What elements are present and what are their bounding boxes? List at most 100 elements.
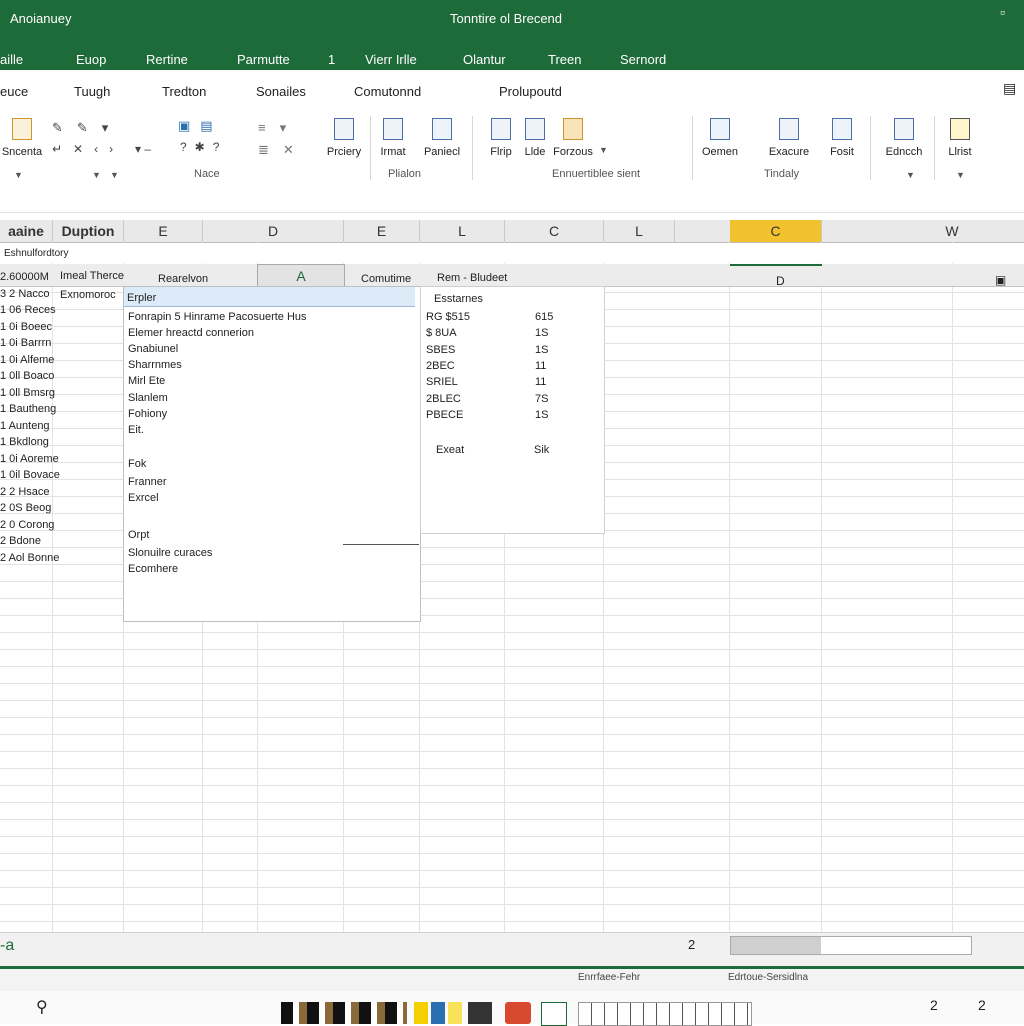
formula-bar[interactable] [0,188,1024,213]
dropdown-item[interactable]: Elemer hreactd connerion [128,327,254,339]
dropdown-item[interactable]: Eit. [128,424,144,436]
ribbon-button[interactable]: Forzous [551,118,595,158]
dropdown-item[interactable]: Fok [128,458,146,470]
taskbar-app-icon[interactable] [448,1002,462,1024]
row-label[interactable]: 2 Bdone [0,535,41,547]
menu-tab[interactable]: Parmutte [237,52,290,67]
row-label[interactable]: 1 0i Barrrn [0,337,51,349]
ribbon-button[interactable]: Prciery [322,118,366,158]
ribbon-button[interactable]: Paniecl [420,118,464,158]
row-label[interactable]: 3 2 Nacco [0,288,50,300]
chevron-down-icon[interactable]: ▼ [14,170,23,180]
dropdown-list-header[interactable] [124,287,415,307]
column-header[interactable]: C [505,220,604,242]
column-header-selected[interactable]: C [730,220,822,242]
column-header[interactable]: W [880,220,1024,242]
row-label[interactable]: 1 Bautheng [0,403,56,415]
menu-tab[interactable]: Treen [548,52,581,67]
chrome-icon[interactable] [505,1002,531,1024]
ribbon-tab[interactable]: Tredton [162,84,206,99]
dropdown-item[interactable]: Fohiony [128,408,167,420]
horizontal-scrollbar[interactable] [730,936,972,955]
row-label[interactable]: 2 2 Hsace [0,486,50,498]
row-label[interactable]: 1 0i Boeec [0,321,52,333]
row-label[interactable]: 2 0S Beog [0,502,51,514]
dropdown-item[interactable]: Mirl Ete [128,375,165,387]
column-header[interactable]: D [203,220,344,242]
row-label[interactable]: 1 0ll Bmsrg [0,387,55,399]
border-icons[interactable]: ≡▾ [258,120,300,136]
number-icons[interactable]: ?✱? [180,140,227,154]
row-label[interactable]: 1 0ll Boaco [0,370,54,382]
column-header[interactable]: Duption [53,220,124,242]
chevron-down-icon[interactable]: ▼ [599,145,608,155]
chevron-down-icon[interactable]: ▼ [92,170,101,180]
ribbon-tab[interactable]: Sonailes [256,84,306,99]
filter-icon[interactable]: ▣ [995,273,1006,287]
row-label[interactable]: 1 06 Reces [0,304,56,316]
ribbon-button[interactable]: Llrist [942,118,978,158]
ribbon-button[interactable]: Fosit [822,118,862,158]
chevron-down-icon[interactable]: ▼ [906,170,915,180]
column-header[interactable]: aaine [0,220,53,242]
ribbon-button[interactable]: Edncch [884,118,924,158]
ribbon-button[interactable]: Irmat [374,118,412,158]
dropdown-item[interactable]: Sharrnmes [128,359,182,371]
ribbon-tab[interactable]: Prolupoutd [499,84,562,99]
row-label[interactable]: 1 Aunteng [0,420,50,432]
chevron-down-icon[interactable]: ▼ [110,170,119,180]
dropdown-icon[interactable]: ▾ ‒ [135,142,151,156]
row-label[interactable]: 1 0il Bovace [0,469,60,481]
row-label[interactable]: 2 0 Corong [0,519,54,531]
ribbon-tab[interactable]: euce [0,84,28,99]
name-box[interactable]: Eshnulfordtory [4,248,68,259]
dropdown-item[interactable]: Franner [128,476,167,488]
taskbar-app-icon[interactable] [281,1002,407,1024]
taskbar-app-icon[interactable] [468,1002,492,1024]
ribbon-button[interactable]: Llde [520,118,550,158]
taskbar-app-icon[interactable] [431,1002,445,1024]
ribbon-button[interactable]: Sncenta [0,118,44,158]
taskbar-app-icon[interactable] [414,1002,428,1024]
column-header[interactable]: L [420,220,505,242]
subheader-active[interactable]: A [257,264,345,288]
dropdown-item[interactable]: Orpt [128,529,149,541]
menu-tab[interactable]: Olantur [463,52,506,67]
menu-tab[interactable]: Vierr Irlle [365,52,417,67]
menu-tab[interactable]: 1 [328,52,335,67]
menu-tab[interactable]: Rertine [146,52,188,67]
clipboard-icon[interactable]: ▤ [1003,80,1016,97]
alignment-icons[interactable]: ↵✕‹› [52,142,124,156]
row-label[interactable]: 1 Bkdlong [0,436,49,448]
dropdown-item[interactable]: Slonuilre curaces [128,547,212,559]
row-label[interactable]: 1 0i Alfeme [0,354,54,366]
dropdown-item[interactable]: Exrcel [128,492,159,504]
ribbon-button[interactable]: Exacure [764,118,814,158]
ribbon-button[interactable]: Oemen [698,118,742,158]
taskbar-app-icon[interactable] [578,1002,752,1026]
restore-icon[interactable]: ▫ [1000,4,1005,20]
ribbon-tab[interactable]: Comutonnd [354,84,421,99]
column-header[interactable]: E [344,220,420,242]
dropdown-item[interactable]: Ecomhere [128,563,178,575]
sheet-tab[interactable]: -a [0,937,14,955]
dropdown-item[interactable]: Fonrapin 5 Hinrame Pacosuerte Hus [128,311,307,323]
menu-tab[interactable]: aille [0,52,23,67]
scrollbar-thumb[interactable] [731,937,821,954]
search-icon[interactable]: ⚲ [36,997,48,1017]
column-header[interactable]: L [604,220,675,242]
menu-tab[interactable]: Sernord [620,52,666,67]
dropdown-item[interactable]: Slanlem [128,392,168,404]
ribbon-button[interactable]: Flrip [484,118,518,158]
style-icons[interactable]: ▣▤ [178,118,223,134]
row-label[interactable]: 2.60000M [0,271,49,283]
menu-tab[interactable]: Euop [76,52,106,67]
ribbon-tab[interactable]: Tuugh [74,84,110,99]
column-header[interactable]: E [124,220,203,242]
row-label[interactable]: 2 Aol Bonne [0,552,59,564]
format-icons[interactable]: ✎✎▾ [52,120,122,136]
row-label[interactable]: 1 0i Aoreme [0,453,59,465]
dropdown-item[interactable]: Gnabiunel [128,343,178,355]
excel-icon[interactable] [541,1002,567,1026]
chevron-down-icon[interactable]: ▼ [956,170,965,180]
